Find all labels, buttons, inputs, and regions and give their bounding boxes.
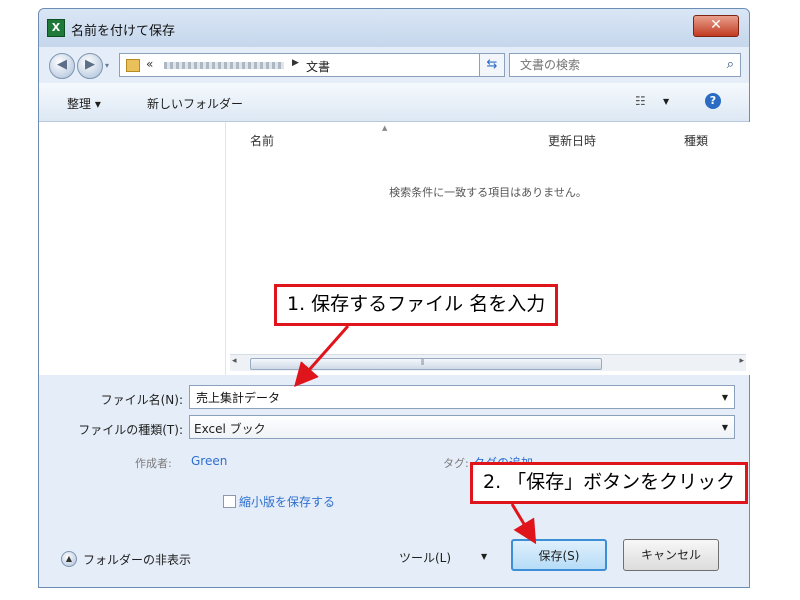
refresh-button[interactable]: ⇆ bbox=[479, 53, 505, 77]
file-list-pane[interactable]: 名前 ▲ 更新日時 種類 検索条件に一致する項目はありません。 ◂ ⦀ ▸ bbox=[226, 122, 750, 375]
excel-icon: X bbox=[47, 19, 65, 37]
breadcrumb-overflow[interactable]: « bbox=[146, 57, 153, 71]
filetype-value: Excel ブック bbox=[194, 422, 266, 436]
filetype-select[interactable]: Excel ブック ▼ bbox=[189, 415, 735, 439]
scroll-grip-icon: ⦀ bbox=[421, 358, 425, 367]
horizontal-scrollbar[interactable]: ◂ ⦀ ▸ bbox=[230, 354, 746, 371]
recent-pages-dropdown-icon[interactable]: ▾ bbox=[105, 61, 109, 70]
search-box[interactable]: ⌕ bbox=[509, 53, 741, 77]
empty-results-message: 検索条件に一致する項目はありません。 bbox=[389, 186, 587, 199]
annotation-step1: 1. 保存するファイル 名を入力 bbox=[274, 284, 559, 326]
window-title: 名前を付けて保存 bbox=[71, 24, 176, 39]
scroll-right-icon[interactable]: ▸ bbox=[739, 356, 744, 366]
save-thumbnail-checkbox[interactable] bbox=[223, 495, 236, 508]
author-value[interactable]: Green bbox=[191, 454, 227, 468]
scroll-left-icon[interactable]: ◂ bbox=[232, 356, 237, 366]
cancel-button[interactable]: キャンセル bbox=[623, 539, 719, 571]
close-button[interactable]: ✕ bbox=[693, 15, 739, 37]
hide-folders-label: フォルダーの非表示 bbox=[83, 553, 192, 567]
save-button[interactable]: 保存(S) bbox=[511, 539, 607, 571]
organize-menu[interactable]: 整理 ▾ bbox=[67, 95, 101, 112]
filename-label: ファイル名(N): bbox=[100, 393, 183, 407]
column-header-name[interactable]: 名前 bbox=[250, 132, 274, 149]
filename-field[interactable]: ▼ bbox=[189, 385, 735, 409]
column-header-type[interactable]: 種類 bbox=[684, 132, 708, 149]
tag-label: タグ: bbox=[443, 457, 469, 470]
refresh-icon: ⇆ bbox=[486, 57, 498, 72]
breadcrumb-chevron-icon[interactable]: ▶ bbox=[292, 58, 299, 68]
search-icon[interactable]: ⌕ bbox=[727, 57, 734, 72]
filename-input[interactable] bbox=[194, 389, 698, 405]
tools-menu[interactable]: ツール(L) bbox=[399, 549, 451, 566]
back-button[interactable]: ◀ bbox=[49, 53, 75, 79]
tools-dropdown-icon[interactable]: ▼ bbox=[481, 552, 487, 561]
author-label: 作成者: bbox=[135, 457, 172, 470]
views-icon[interactable]: ☷ bbox=[635, 94, 646, 108]
filename-dropdown-icon[interactable]: ▼ bbox=[722, 393, 728, 402]
back-arrow-icon: ◀ bbox=[57, 57, 67, 72]
filetype-dropdown-icon[interactable]: ▼ bbox=[722, 423, 728, 432]
chevron-up-icon: ▲ bbox=[61, 551, 77, 567]
views-dropdown-icon[interactable]: ▼ bbox=[663, 97, 669, 106]
new-folder-button[interactable]: 新しいフォルダー bbox=[147, 95, 243, 112]
address-row: ◀ ▶ ▾ « ▶ 文書 ▼ ⇆ ⌕ bbox=[39, 47, 749, 83]
sort-arrow-icon: ▲ bbox=[382, 124, 388, 132]
save-thumbnail-label[interactable]: 縮小版を保存する bbox=[239, 493, 335, 510]
filetype-label: ファイルの種類(T): bbox=[78, 423, 183, 437]
forward-arrow-icon: ▶ bbox=[85, 57, 95, 72]
address-bar[interactable]: « ▶ 文書 ▼ bbox=[119, 53, 499, 77]
search-input[interactable] bbox=[518, 57, 702, 73]
folder-icon bbox=[126, 59, 140, 72]
title-bar: X 名前を付けて保存 ✕ bbox=[39, 9, 749, 47]
breadcrumb-current[interactable]: 文書 bbox=[306, 58, 330, 75]
annotation-step2: 2. 「保存」ボタンをクリック bbox=[470, 462, 749, 504]
navigation-pane[interactable] bbox=[39, 122, 226, 375]
column-header-modified[interactable]: 更新日時 bbox=[548, 132, 596, 149]
breadcrumb-redacted-path[interactable] bbox=[164, 62, 284, 69]
command-toolbar: 整理 ▾ 新しいフォルダー ☷ ▼ ? bbox=[39, 83, 749, 122]
forward-button[interactable]: ▶ bbox=[77, 53, 103, 79]
scrollbar-thumb[interactable]: ⦀ bbox=[250, 358, 602, 370]
help-icon[interactable]: ? bbox=[705, 93, 721, 109]
